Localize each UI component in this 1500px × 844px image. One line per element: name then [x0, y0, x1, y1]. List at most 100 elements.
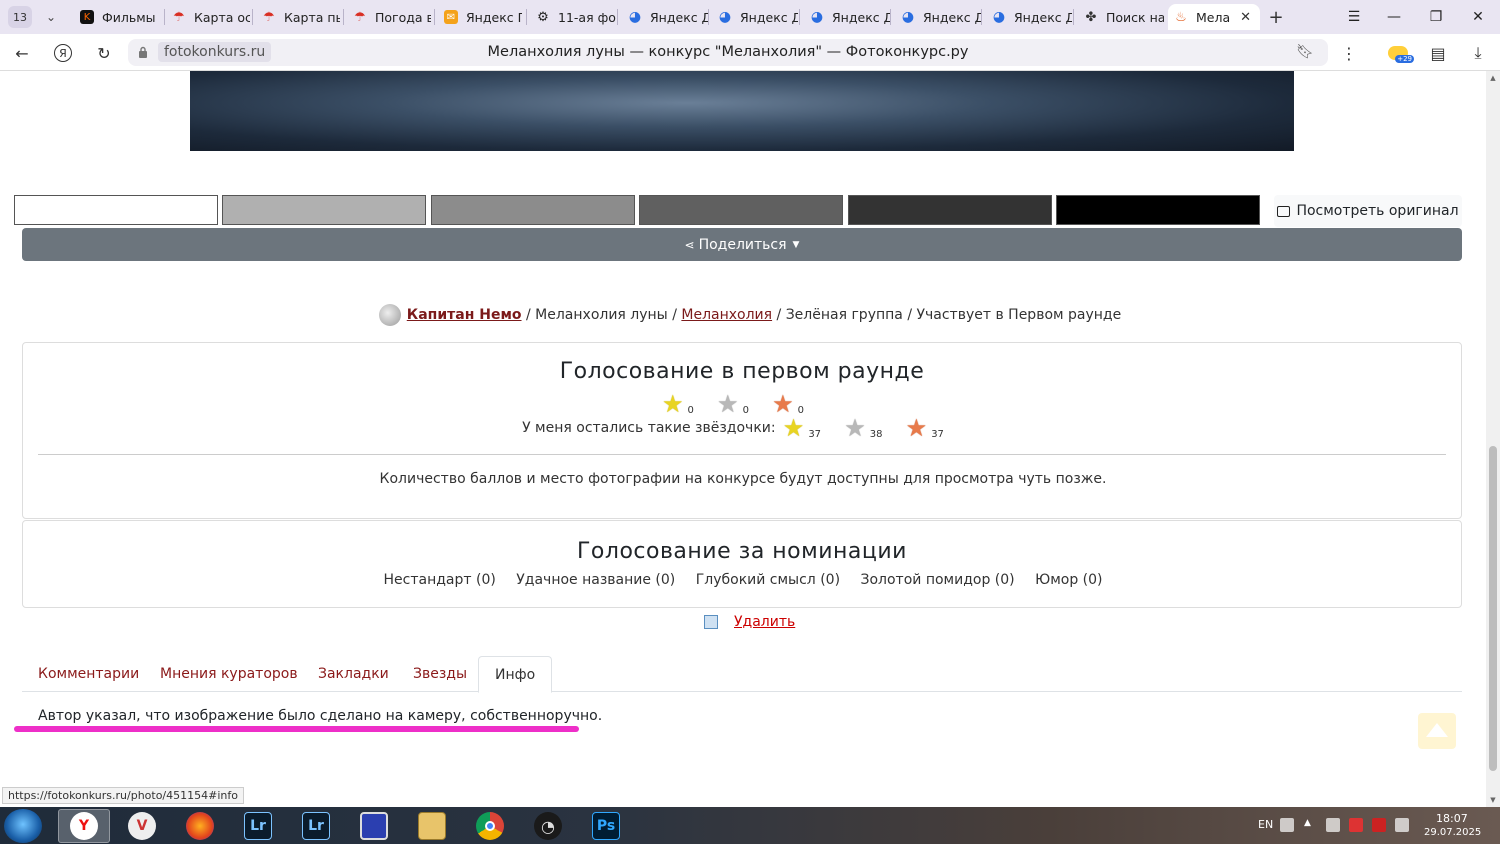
browser-tab[interactable]: ◕ Яндекс Д — [895, 4, 981, 30]
browser-tab[interactable]: ✉ Яндекс П — [438, 4, 522, 30]
silver-star-remaining: 38 — [869, 429, 883, 440]
share-button[interactable]: ⋖ Поделиться ▼ — [22, 228, 1462, 261]
menu-icon[interactable]: ☰ — [1342, 5, 1366, 29]
nomination-item[interactable]: Юмор (0) — [1035, 572, 1102, 588]
taskbar-app[interactable]: V — [116, 809, 168, 843]
taskbar-app[interactable] — [348, 809, 400, 843]
tab-label: Яндекс Д — [923, 9, 981, 25]
background-swatch[interactable] — [1056, 195, 1260, 225]
new-tab-button[interactable]: + — [1265, 6, 1287, 28]
network-warning-icon[interactable] — [1349, 818, 1363, 832]
scroll-down-icon[interactable]: ▼ — [1486, 793, 1500, 807]
contest-photo[interactable] — [190, 71, 1294, 151]
divider — [38, 454, 1446, 455]
back-arrow-icon[interactable]: ← — [10, 41, 34, 65]
taskbar-app[interactable] — [406, 809, 458, 843]
taskbar-app[interactable]: Lr — [290, 809, 342, 843]
bookmark-icon[interactable]: 🔖︎ — [1296, 44, 1314, 60]
download-icon[interactable]: ⤓ — [1466, 41, 1490, 65]
scroll-up-icon[interactable]: ▲ — [1486, 71, 1500, 85]
background-swatch[interactable] — [431, 195, 635, 225]
clock-date[interactable]: 29.07.2025 — [1424, 827, 1481, 838]
taskbar-app[interactable]: Y — [58, 809, 110, 843]
collections-icon[interactable]: ▤ — [1426, 41, 1450, 65]
power-icon[interactable] — [1372, 818, 1386, 832]
scrollbar[interactable]: ▲ ▼ — [1486, 71, 1500, 807]
background-swatch[interactable] — [14, 195, 218, 225]
tab-curators[interactable]: Мнения кураторов — [144, 656, 314, 692]
mail-icon: ✉ — [444, 10, 458, 24]
taskbar-app[interactable]: ◔ — [522, 809, 574, 843]
taskbar-app[interactable] — [174, 809, 226, 843]
close-icon[interactable]: ✕ — [1240, 10, 1251, 25]
caret-down-icon: ▼ — [792, 239, 800, 250]
lightroom-icon: Lr — [302, 812, 330, 840]
browser-tab[interactable]: ✤ Поиск на — [1078, 4, 1164, 30]
bronze-star-icon: ★ — [905, 414, 928, 442]
nomination-item[interactable]: Нестандарт (0) — [384, 572, 496, 588]
browser-tab[interactable]: ☂ Погода в — [347, 4, 431, 30]
yandex-disk-icon: ◕ — [901, 9, 915, 25]
background-swatch[interactable] — [222, 195, 426, 225]
tray-expand-icon[interactable]: ▲ — [1304, 818, 1318, 832]
browser-tab-active[interactable]: ♨ Мела ✕ — [1168, 4, 1260, 30]
browser-tab[interactable]: K Фильмы — [74, 4, 164, 30]
lightroom-icon: Lr — [244, 812, 272, 840]
nomination-item[interactable]: Глубокий смысл (0) — [696, 572, 840, 588]
gold-star-icon[interactable]: ★ — [662, 392, 684, 416]
browser-tab[interactable]: ☂ Карта ос — [166, 4, 250, 30]
yandex-logo-icon[interactable]: Я — [51, 41, 75, 65]
browser-tab[interactable]: ◕ Яндекс Д — [622, 4, 708, 30]
clock-time[interactable]: 18:07 — [1436, 812, 1468, 825]
bronze-star-icon[interactable]: ★ — [772, 392, 794, 416]
tab-stars[interactable]: Звезды — [397, 656, 483, 692]
browser-tab[interactable]: ⚙ 11-ая фо — [530, 4, 616, 30]
avatar[interactable] — [378, 304, 401, 326]
keyboard-icon[interactable] — [1280, 818, 1294, 832]
background-swatch[interactable] — [639, 195, 843, 225]
scrollbar-thumb[interactable] — [1489, 446, 1497, 771]
scroll-to-top-button[interactable] — [1418, 713, 1456, 749]
network-icon[interactable] — [1326, 818, 1340, 832]
umbrella-icon: ☂ — [263, 9, 275, 25]
start-button[interactable] — [4, 809, 42, 843]
contest-link[interactable]: Меланхолия — [681, 307, 772, 323]
yandex-browser-icon: Y — [70, 812, 98, 840]
weather-icon[interactable]: +29 — [1386, 41, 1414, 65]
close-window-icon[interactable]: ✕ — [1466, 5, 1490, 29]
browser-tab[interactable]: ◕ Яндекс Д — [804, 4, 890, 30]
nomination-item[interactable]: Золотой помидор (0) — [861, 572, 1015, 588]
url-field[interactable]: fotokonkurs.ru Меланхолия луны — конкурс… — [128, 39, 1328, 66]
restore-icon[interactable]: ❐ — [1424, 5, 1448, 29]
chevron-down-icon[interactable]: ⌄ — [40, 6, 62, 28]
taskbar-app[interactable]: Ps — [580, 809, 632, 843]
yandex-disk-icon: ◕ — [992, 9, 1006, 25]
browser-tab[interactable]: ☂ Карта пь — [256, 4, 340, 30]
delete-link[interactable]: Удалить — [704, 614, 795, 630]
tab-comments[interactable]: Комментарии — [22, 656, 155, 692]
tab-info[interactable]: Инфо — [478, 656, 553, 693]
volume-icon[interactable] — [1395, 818, 1409, 832]
browser-tab[interactable]: ◕ Яндекс Д — [712, 4, 798, 30]
author-link[interactable]: Капитан Немо — [407, 307, 522, 323]
tab-label: Яндекс Д — [832, 9, 890, 25]
taskbar-app[interactable]: Lr — [232, 809, 284, 843]
nomination-item[interactable]: Удачное название (0) — [516, 572, 675, 588]
taskbar-app[interactable] — [464, 809, 516, 843]
tab-bookmarks[interactable]: Закладки — [302, 656, 405, 692]
silver-star-icon[interactable]: ★ — [717, 392, 739, 416]
highlight-underline — [14, 726, 579, 732]
info-text: Автор указал, что изображение было сдела… — [38, 708, 603, 724]
background-swatch[interactable] — [848, 195, 1052, 225]
minimize-icon[interactable]: — — [1382, 5, 1406, 29]
reload-icon[interactable]: ↻ — [92, 41, 116, 65]
yandex-disk-icon: ◕ — [628, 9, 642, 25]
tab-counter-badge[interactable]: 13 — [8, 6, 32, 28]
given-stars-row: ★ 0 ★ 0 ★ 0 — [23, 392, 1463, 416]
voting-card: Голосование в первом раунде ★ 0 ★ 0 ★ 0 У м… — [22, 342, 1462, 519]
view-original-button[interactable]: Посмотреть оригинал — [1274, 195, 1462, 227]
address-bar: ← Я ↻ fotokonkurs.ru Меланхолия луны — к… — [0, 34, 1500, 71]
browser-tab[interactable]: ◕ Яндекс Д — [986, 4, 1072, 30]
language-indicator[interactable]: EN — [1258, 818, 1273, 831]
more-vertical-icon[interactable]: ⋮ — [1337, 41, 1361, 65]
